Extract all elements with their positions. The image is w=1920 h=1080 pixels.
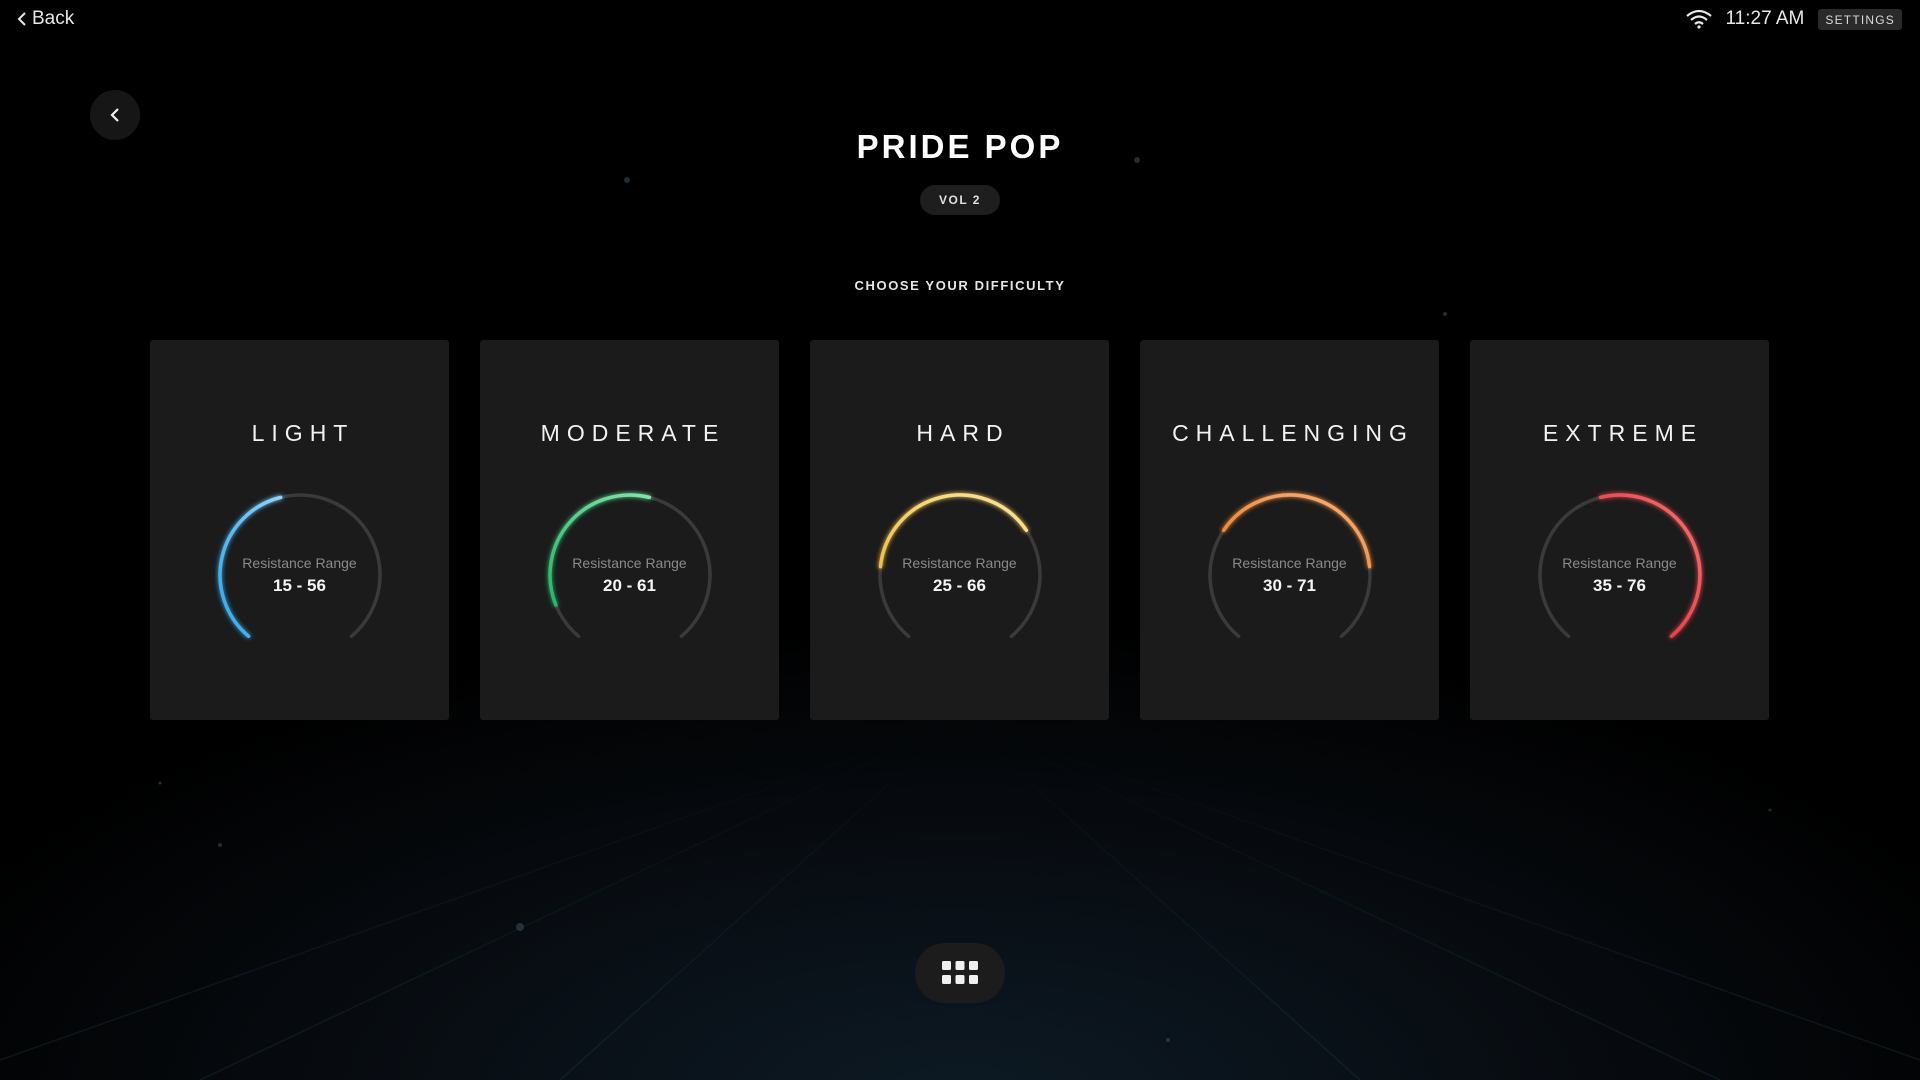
resistance-range-label: Resistance Range — [242, 555, 357, 571]
resistance-gauge — [1538, 493, 1702, 639]
difficulty-select-screen: Back 11:27 AM SETTINGS PRIDE POP VOL 2 C… — [0, 0, 1920, 1080]
clock: 11:27 AM — [1725, 8, 1805, 29]
resistance-gauge — [548, 493, 712, 639]
resistance-range-value: 30 - 71 — [1263, 576, 1316, 595]
resistance-range-label: Resistance Range — [572, 555, 687, 571]
resistance-range-value: 20 - 61 — [603, 576, 656, 595]
difficulty-name: MODERATE — [540, 420, 726, 446]
resistance-range-label: Resistance Range — [902, 555, 1017, 571]
settings-button[interactable]: SETTINGS — [1818, 8, 1902, 30]
top-status-bar: Back 11:27 AM SETTINGS — [0, 0, 1920, 40]
resistance-range-value: 15 - 56 — [273, 576, 326, 595]
wifi-icon — [1685, 9, 1712, 29]
resistance-range-value: 25 - 66 — [933, 576, 986, 595]
difficulty-name: HARD — [916, 420, 1010, 446]
resistance-range-value: 35 - 76 — [1593, 576, 1646, 595]
resistance-range-label: Resistance Range — [1562, 555, 1677, 571]
difficulty-prompt: CHOOSE YOUR DIFFICULTY — [854, 278, 1066, 293]
resistance-gauge — [1208, 493, 1372, 639]
difficulty-name: LIGHT — [251, 420, 355, 446]
resistance-gauge — [878, 493, 1042, 639]
difficulty-card-hard[interactable]: HARD Resistance Range 25 - 66 — [810, 340, 1109, 720]
difficulty-name: CHALLENGING — [1172, 420, 1414, 446]
volume-badge: VOL 2 — [920, 185, 1000, 215]
difficulty-card-extreme[interactable]: EXTREME Resistance Range 35 - 76 — [1470, 340, 1769, 720]
resistance-gauge — [218, 493, 382, 639]
chevron-left-icon — [110, 108, 119, 122]
class-title: PRIDE POP — [856, 128, 1064, 165]
menu-grid-button[interactable] — [915, 943, 1005, 1003]
status-area: 11:27 AM SETTINGS — [1685, 8, 1902, 30]
grid-icon — [942, 961, 978, 984]
chevron-left-icon — [17, 12, 26, 26]
back-link-label: Back — [32, 8, 75, 29]
difficulty-card-moderate[interactable]: MODERATE Resistance Range 20 - 61 — [480, 340, 779, 720]
difficulty-card-list: LIGHT Resistance Range 15 - 56 MODERATE … — [150, 340, 1769, 720]
back-link[interactable]: Back — [16, 8, 74, 30]
resistance-range-label: Resistance Range — [1232, 555, 1347, 571]
difficulty-card-challenging[interactable]: CHALLENGING Resistance Range 30 - 71 — [1140, 340, 1439, 720]
difficulty-name: EXTREME — [1542, 420, 1704, 446]
difficulty-card-light[interactable]: LIGHT Resistance Range 15 - 56 — [150, 340, 449, 720]
